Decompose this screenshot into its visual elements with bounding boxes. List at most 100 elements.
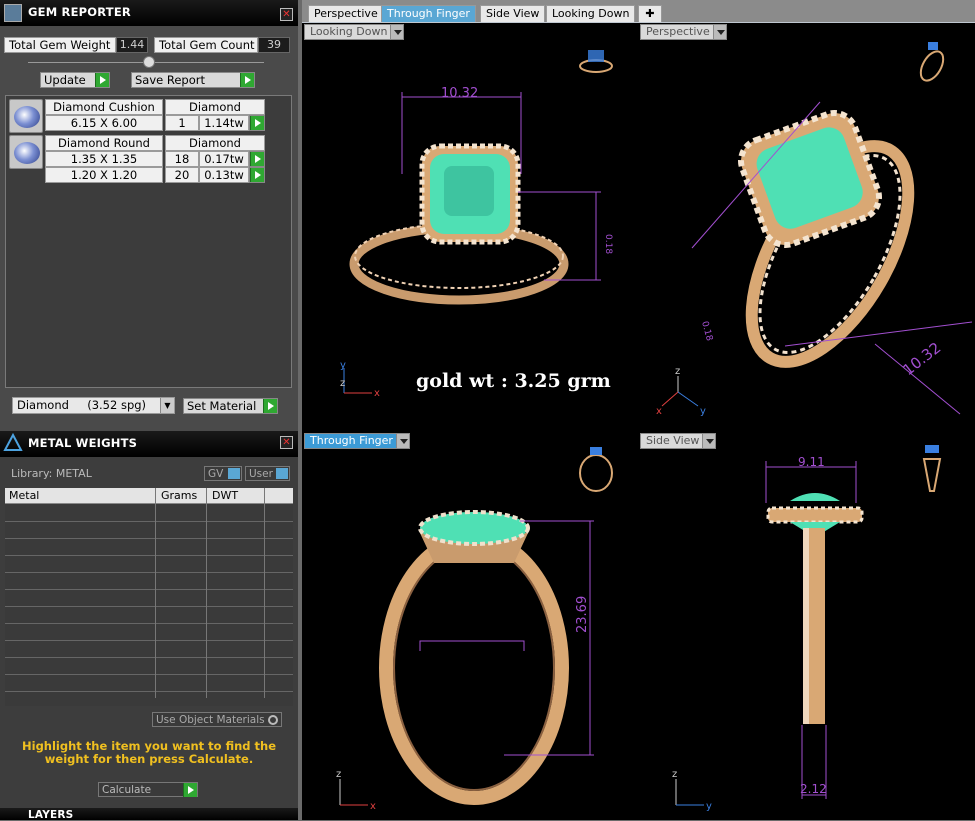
gem-reporter-title: GEM REPORTER	[28, 5, 131, 19]
save-report-button[interactable]: Save Report	[131, 72, 255, 88]
dimension-a: 10.32	[899, 339, 944, 380]
svg-text:x: x	[370, 801, 376, 812]
table-row[interactable]	[5, 573, 293, 590]
user-toggle[interactable]: User	[245, 466, 290, 481]
material-select-value: Diamond (3.52 spg)	[17, 398, 147, 412]
dimension-height: 23.69	[575, 596, 590, 633]
table-row[interactable]	[5, 539, 293, 556]
viewport-side-view[interactable]: Side View 9.11 2.12 z y	[640, 433, 975, 820]
svg-text:y: y	[706, 801, 712, 812]
gem-reporter-icon	[4, 4, 22, 22]
update-button[interactable]: Update	[40, 72, 110, 88]
library-label: Library: METAL	[11, 467, 92, 480]
ring-render-through-finger: 23.69 z x	[336, 447, 613, 812]
table-row[interactable]	[5, 624, 293, 641]
metal-table-header	[5, 488, 293, 504]
col-dwt: DWT	[212, 489, 239, 502]
svg-text:x: x	[656, 406, 662, 417]
total-count-value: 39	[258, 37, 290, 53]
tab-looking-down[interactable]: Looking Down	[546, 5, 636, 22]
total-weight-value: 1.44	[116, 37, 148, 53]
svg-text:y: y	[340, 360, 346, 371]
viewport-perspective[interactable]: Perspective 10.32 0.18 z x y	[640, 24, 975, 429]
splitter-handle[interactable]	[143, 56, 155, 68]
tab-side-view[interactable]: Side View	[480, 5, 546, 22]
radio-icon	[268, 715, 278, 725]
select-gem-button[interactable]	[249, 115, 265, 131]
metal-weights-title: METAL WEIGHTS	[28, 436, 138, 450]
column-divider	[206, 488, 207, 698]
svg-text:z: z	[672, 769, 677, 780]
toggle-icon	[276, 468, 288, 479]
dimension-b: 0.18	[699, 320, 714, 342]
metal-weights-icon	[3, 432, 23, 453]
table-row[interactable]	[5, 658, 293, 675]
toggle-icon	[228, 468, 240, 479]
diamond-round-icon	[9, 135, 43, 169]
calculate-button[interactable]: Calculate	[98, 782, 198, 797]
gem-qty: 18	[165, 151, 199, 167]
gem-material: Diamond	[165, 135, 265, 151]
play-icon	[263, 399, 277, 413]
ring-render-side-view: 9.11 2.12 z y	[672, 445, 942, 812]
tab-perspective[interactable]: Perspective	[308, 5, 384, 22]
chevron-down-icon: ▼	[160, 398, 174, 413]
table-row[interactable]	[5, 641, 293, 658]
svg-text:y: y	[700, 406, 706, 417]
col-grams: Grams	[161, 489, 198, 502]
gv-label: GV	[208, 468, 224, 480]
add-tab-icon[interactable]: ✚	[638, 5, 662, 22]
dimension-height: 0.18	[603, 234, 613, 254]
ring-render-looking-down: 10.32 0.18 y z x	[340, 50, 613, 399]
play-icon	[240, 73, 254, 87]
viewport-looking-down[interactable]: Looking Down 10.32 0.18 y z x gold wt : …	[304, 24, 637, 429]
user-label: User	[249, 468, 273, 480]
gem-qty: 1	[165, 115, 199, 131]
table-row[interactable]	[5, 590, 293, 607]
select-gem-button[interactable]	[249, 151, 265, 167]
svg-text:x: x	[374, 388, 380, 399]
table-row[interactable]	[5, 675, 293, 692]
select-gem-button[interactable]	[249, 167, 265, 183]
gem-reporter-header: GEM REPORTER ✕	[0, 0, 298, 26]
material-select[interactable]: Diamond (3.52 spg) ▼	[12, 397, 175, 414]
gem-material: Diamond	[165, 99, 265, 115]
play-icon	[250, 168, 264, 182]
gem-qty: 20	[165, 167, 199, 183]
table-row[interactable]	[5, 556, 293, 573]
play-icon	[95, 73, 109, 87]
gv-toggle[interactable]: GV	[204, 466, 242, 481]
gem-size: 6.15 X 6.00	[45, 115, 163, 131]
close-icon[interactable]: ✕	[280, 8, 293, 21]
svg-text:z: z	[340, 378, 345, 389]
diamond-cushion-icon	[9, 99, 43, 133]
svg-text:z: z	[675, 366, 680, 377]
layers-header[interactable]: LAYERS	[0, 808, 298, 821]
use-object-materials-toggle[interactable]: Use Object Materials	[152, 712, 282, 727]
gem-name: Diamond Cushion	[45, 99, 163, 115]
gold-weight-note: gold wt : 3.25 grm	[416, 370, 611, 392]
viewport-through-finger[interactable]: Through Finger 23.69 z x	[304, 433, 637, 820]
set-material-button[interactable]: Set Material	[183, 398, 278, 414]
tab-through-finger[interactable]: Through Finger	[381, 5, 476, 22]
gem-weight: 1.14tw	[199, 115, 249, 131]
update-label: Update	[44, 73, 86, 87]
close-icon[interactable]: ✕	[280, 436, 293, 449]
save-report-label: Save Report	[135, 73, 206, 87]
set-material-label: Set Material	[187, 399, 257, 413]
column-divider	[155, 488, 156, 698]
play-icon	[183, 783, 197, 797]
metal-weights-header: METAL WEIGHTS ✕	[0, 431, 298, 457]
table-row[interactable]	[5, 522, 293, 539]
dimension-top: 9.11	[798, 455, 825, 469]
gem-size: 1.20 X 1.20	[45, 167, 163, 183]
gem-name: Diamond Round	[45, 135, 163, 151]
svg-text:z: z	[336, 769, 341, 780]
left-panel: GEM REPORTER ✕ Total Gem Weight 1.44 Tot…	[0, 0, 298, 821]
gem-weight: 0.17tw	[199, 151, 249, 167]
table-row[interactable]	[5, 505, 293, 522]
play-icon	[250, 116, 264, 130]
total-count-label: Total Gem Count	[154, 37, 258, 53]
ring-render-perspective: 10.32 0.18 z x y	[656, 42, 973, 417]
table-row[interactable]	[5, 607, 293, 624]
